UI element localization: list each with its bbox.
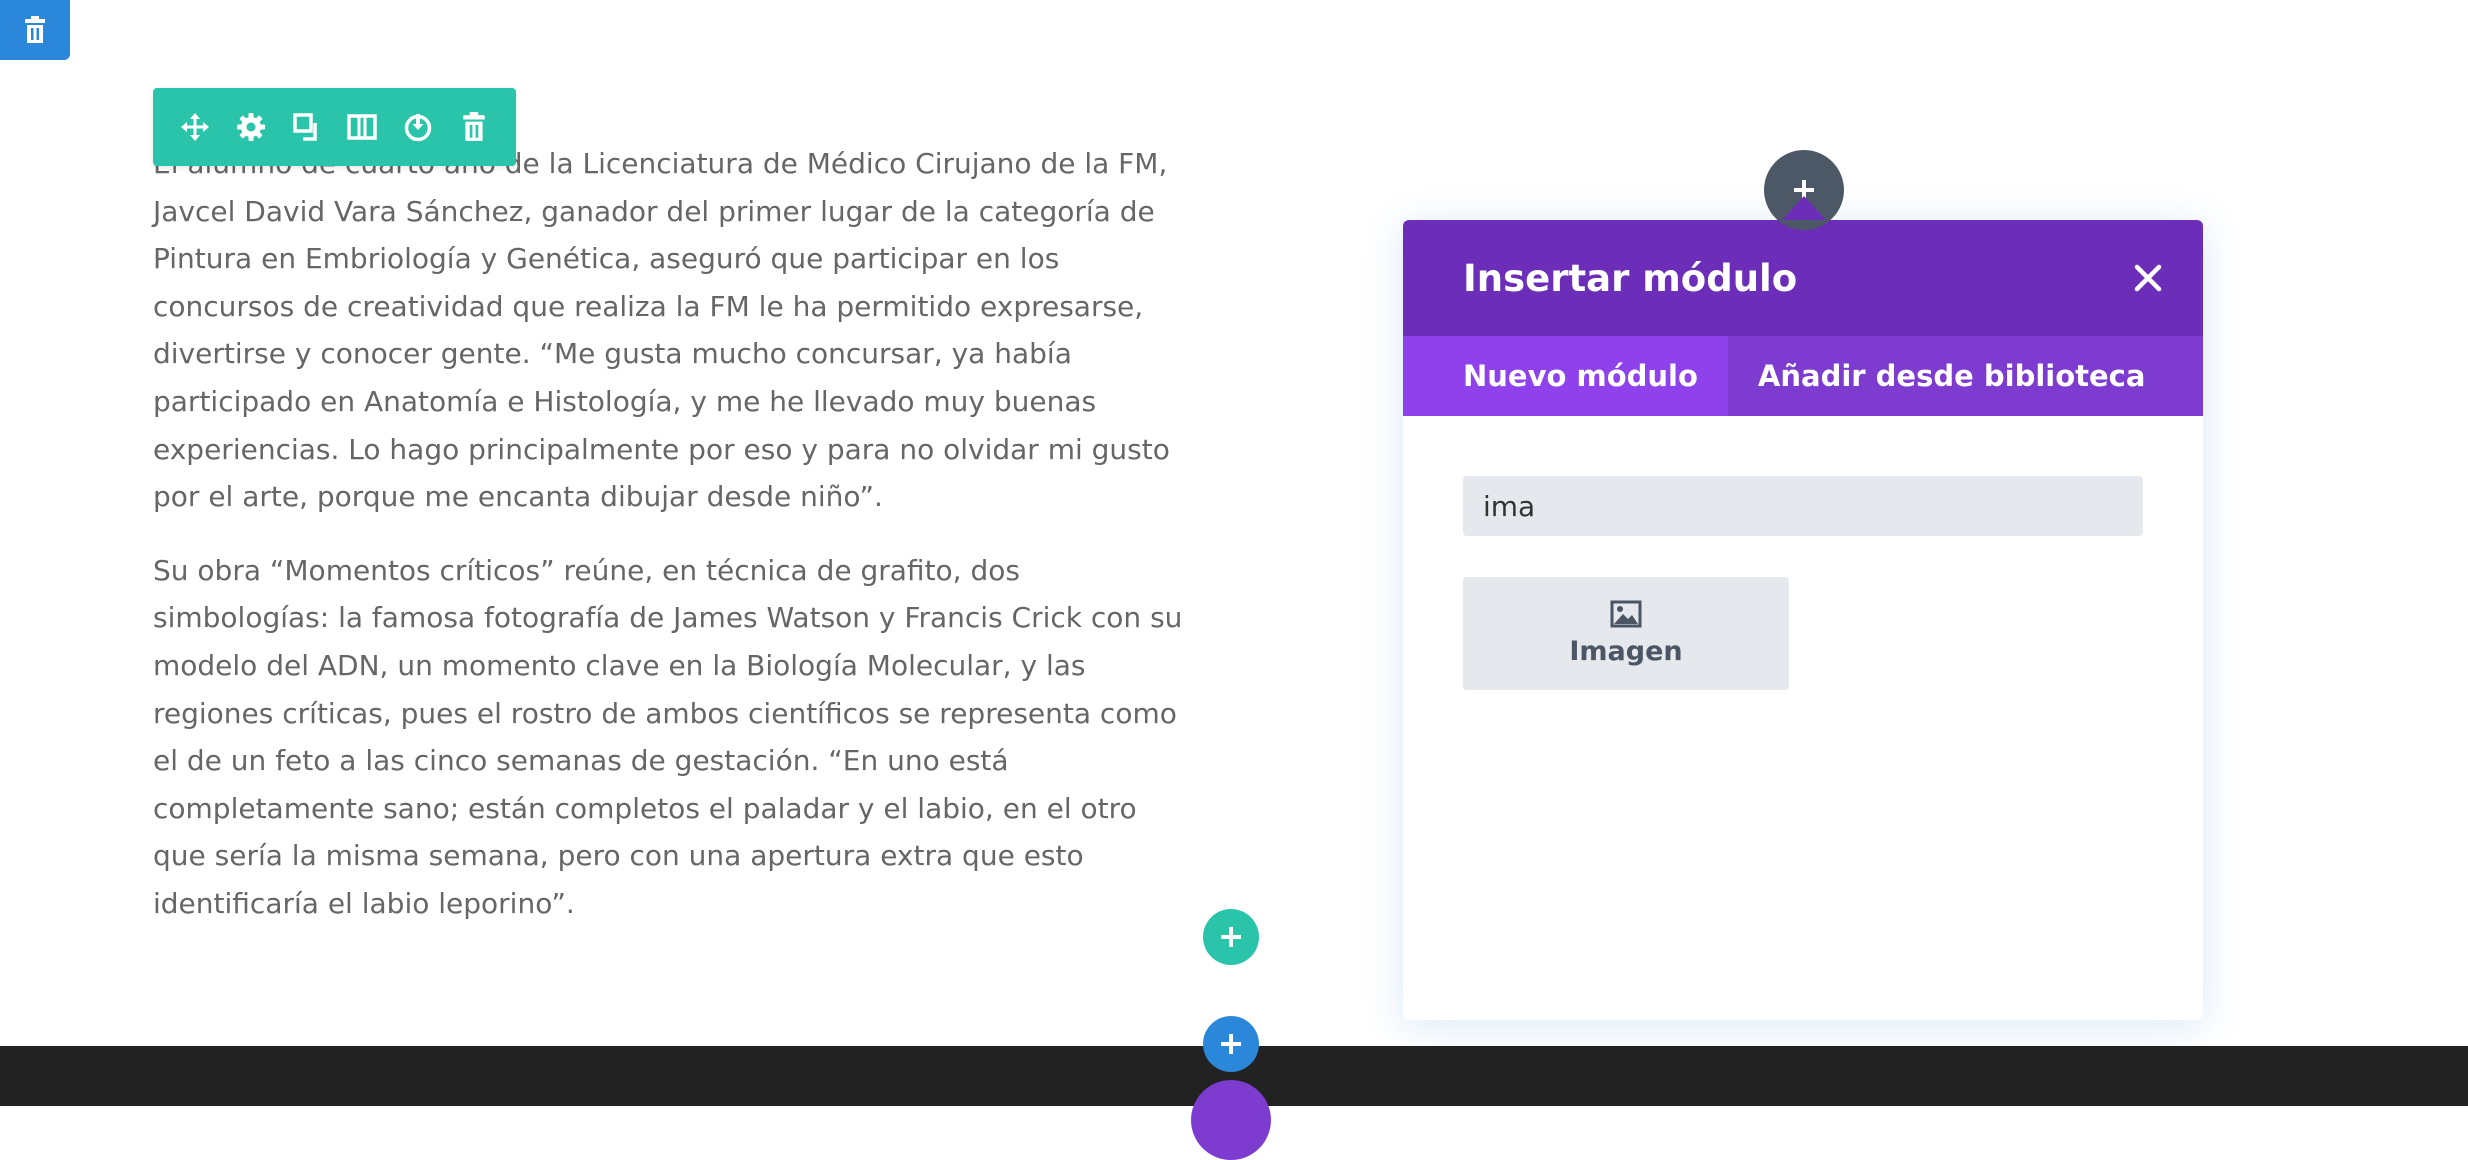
trash-icon — [463, 112, 485, 141]
delete-button[interactable] — [452, 105, 496, 149]
module-search-input[interactable] — [1463, 476, 2143, 536]
duplicate-icon — [292, 113, 317, 141]
duplicate-button[interactable] — [285, 105, 329, 149]
add-section-button[interactable] — [1191, 1080, 1271, 1160]
plus-icon — [1221, 1034, 1241, 1054]
plus-icon — [1221, 927, 1241, 947]
modal-header: Insertar módulo — [1403, 220, 2203, 336]
move-icon — [180, 113, 209, 141]
save-icon — [404, 114, 432, 142]
add-row-button[interactable] — [1203, 1016, 1259, 1072]
article-paragraph: Su obra “Momentos críticos” reúne, en té… — [153, 553, 1183, 920]
close-icon — [2134, 264, 2162, 292]
text-module[interactable]: El alumno de cuarto año de la Licenciatu… — [153, 140, 1183, 954]
tab-add-from-library[interactable]: Añadir desde biblioteca — [1728, 336, 2176, 416]
image-icon — [1610, 600, 1642, 628]
tab-new-module[interactable]: Nuevo módulo — [1403, 336, 1728, 416]
module-toolbar — [153, 88, 516, 166]
columns-icon — [347, 114, 378, 140]
trash-icon — [25, 16, 45, 43]
section-delete-button[interactable] — [0, 0, 70, 60]
modal-title: Insertar módulo — [1463, 256, 1798, 300]
modal-pointer — [1782, 196, 1826, 220]
columns-button[interactable] — [340, 105, 384, 149]
close-button[interactable] — [2123, 253, 2173, 303]
gear-icon — [236, 113, 265, 141]
save-to-library-button[interactable] — [396, 105, 440, 149]
insert-module-modal: Insertar módulo Nuevo módulo Añadir desd… — [1403, 220, 2203, 1020]
module-option-image[interactable]: Imagen — [1463, 577, 1789, 690]
module-option-label: Imagen — [1569, 636, 1683, 667]
article-paragraph: El alumno de cuarto año de la Licenciatu… — [153, 147, 1170, 514]
tab-label: Nuevo módulo — [1463, 359, 1698, 393]
move-button[interactable] — [173, 105, 217, 149]
settings-button[interactable] — [229, 105, 273, 149]
add-module-button[interactable] — [1203, 909, 1259, 965]
tab-label: Añadir desde biblioteca — [1757, 359, 2146, 393]
modal-tabs: Nuevo módulo Añadir desde biblioteca — [1403, 336, 2203, 416]
